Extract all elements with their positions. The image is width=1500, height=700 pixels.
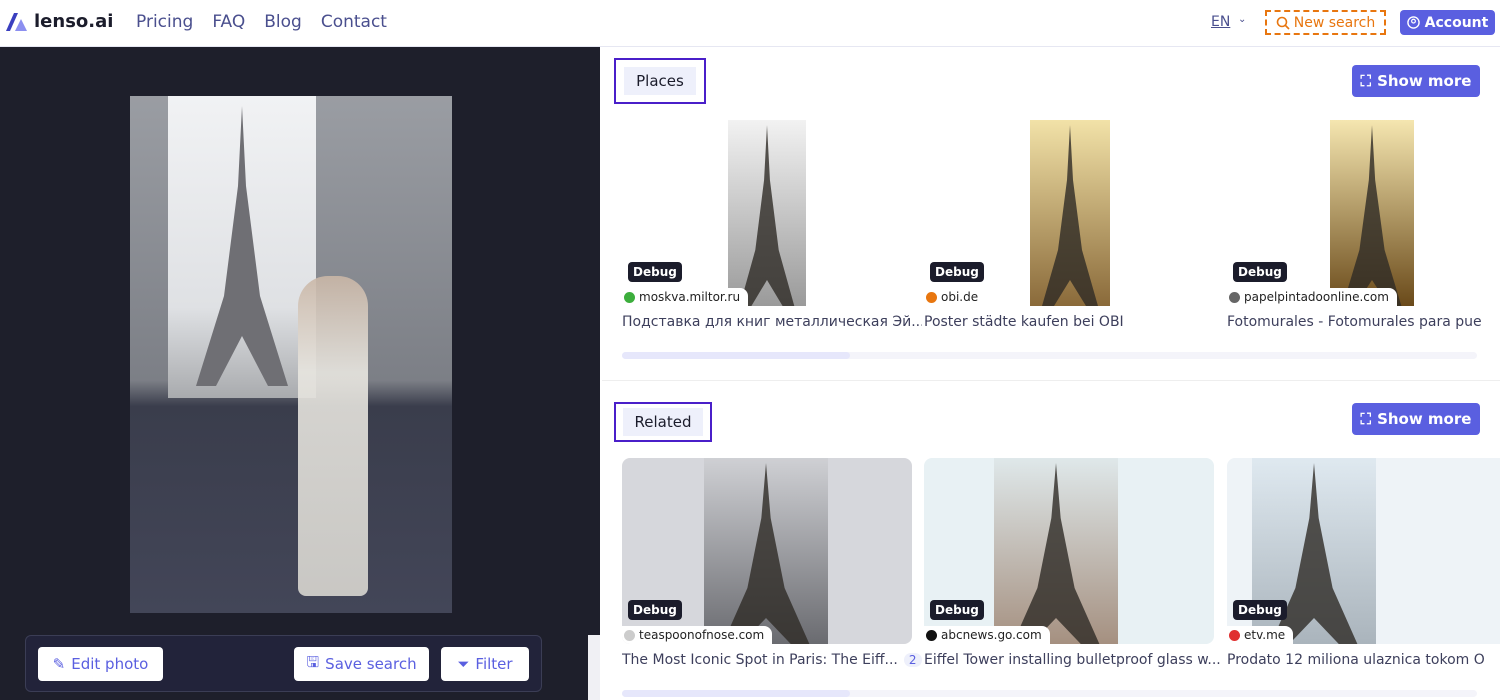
search-icon [1276, 16, 1290, 30]
language-selector[interactable]: EN [1211, 14, 1230, 30]
uploaded-image-panel: ✎ Edit photo 🖫 Save search ⏷ Filter [0, 47, 600, 700]
places-show-more-button[interactable]: ⛶ Show more [1352, 65, 1480, 97]
results-panel: Places ⛶ Show more Debug moskva.miltor.ru… [602, 47, 1500, 700]
eiffel-tower-image [1342, 125, 1402, 306]
edit-photo-label: Edit photo [71, 655, 149, 673]
top-nav: lenso.ai Pricing FAQ Blog Contact EN ⌄ N… [0, 0, 1500, 47]
nav-faq[interactable]: FAQ [212, 12, 245, 32]
debug-badge[interactable]: Debug [930, 600, 984, 620]
user-icon [1406, 16, 1420, 29]
source-link[interactable]: teaspoonofnose.com [622, 626, 773, 644]
places-scrollbar[interactable] [622, 352, 1477, 359]
eiffel-tower-image [1012, 463, 1100, 644]
result-title[interactable]: Подставка для книг металлическая Эй... [622, 314, 922, 330]
source-domain: papelpintadoonline.com [1244, 290, 1389, 304]
related-title: Related [622, 408, 704, 436]
result-thumbnail[interactable]: Debug etv.me [1227, 458, 1500, 644]
result-thumbnail[interactable]: Debug papelpintadoonline.com [1227, 120, 1500, 306]
expand-icon: ⛶ [1360, 410, 1372, 428]
result-title-text: Prodato 12 miliona ulaznica tokom O [1227, 652, 1485, 668]
show-more-label: Show more [1377, 410, 1472, 428]
result-title-text: Poster städte kaufen bei OBI [924, 314, 1124, 330]
brand-name: lenso.ai [34, 11, 114, 32]
result-thumbnail[interactable]: Debug abcnews.go.com [924, 458, 1214, 644]
filter-button[interactable]: ⏷ Filter [441, 647, 529, 681]
lenso-logo-icon [6, 12, 27, 31]
result-title-text: The Most Iconic Spot in Paris: The Eiff.… [622, 652, 898, 668]
favicon-icon [1229, 629, 1240, 641]
favicon-icon [624, 291, 635, 303]
result-thumbnail[interactable]: Debug obi.de [924, 120, 1214, 306]
eiffel-tower-image [722, 463, 810, 644]
result-thumbnail[interactable]: Debug teaspoonofnose.com [622, 458, 912, 644]
chevron-down-icon[interactable]: ⌄ [1238, 14, 1246, 25]
eiffel-tower-image [1042, 125, 1098, 306]
edit-icon: ✎ [52, 655, 66, 673]
scrollbar[interactable] [588, 635, 600, 700]
source-domain: teaspoonofnose.com [639, 628, 765, 642]
source-link[interactable]: moskva.miltor.ru [622, 288, 749, 306]
eiffel-tower-image [196, 106, 288, 386]
nav-pricing[interactable]: Pricing [136, 12, 193, 32]
favicon-icon [926, 629, 937, 641]
match-count-badge: 2 [903, 653, 922, 667]
source-domain: moskva.miltor.ru [639, 290, 741, 304]
save-search-label: Save search [325, 655, 417, 673]
new-search-button[interactable]: New search [1265, 10, 1386, 35]
source-link[interactable]: etv.me [1227, 626, 1294, 644]
new-search-label: New search [1293, 14, 1376, 31]
related-heading: Related [614, 402, 712, 442]
result-thumbnail[interactable]: Debug moskva.miltor.ru [622, 120, 912, 306]
crop-selection[interactable] [168, 96, 316, 398]
debug-badge[interactable]: Debug [628, 600, 682, 620]
uploaded-photo [130, 96, 452, 613]
account-label: Account [1424, 14, 1489, 31]
related-show-more-button[interactable]: ⛶ Show more [1352, 403, 1480, 435]
places-title: Places [624, 67, 696, 95]
show-more-label: Show more [1377, 72, 1472, 90]
source-link[interactable]: abcnews.go.com [924, 626, 1050, 644]
expand-icon: ⛶ [1360, 72, 1372, 90]
result-title-text: Подставка для книг металлическая Эй... [622, 314, 922, 330]
nav-contact[interactable]: Contact [321, 12, 387, 32]
source-domain: abcnews.go.com [941, 628, 1042, 642]
debug-badge[interactable]: Debug [628, 262, 682, 282]
divider [602, 380, 1500, 381]
eiffel-tower-image [739, 125, 795, 306]
filter-icon: ⏷ [457, 655, 470, 673]
person-figure [298, 276, 368, 596]
source-domain: obi.de [941, 290, 979, 304]
debug-badge[interactable]: Debug [930, 262, 984, 282]
save-icon: 🖫 [306, 652, 320, 671]
result-title[interactable]: Poster städte kaufen bei OBI [924, 314, 1224, 330]
save-search-button[interactable]: 🖫 Save search [294, 647, 429, 681]
debug-badge[interactable]: Debug [1233, 262, 1287, 282]
related-scrollbar[interactable] [622, 690, 1477, 697]
result-title[interactable]: The Most Iconic Spot in Paris: The Eiff.… [622, 652, 922, 668]
favicon-icon [624, 629, 635, 641]
source-domain: etv.me [1244, 628, 1286, 642]
filter-label: Filter [475, 655, 513, 673]
result-title-text: Fotomurales - Fotomurales para pue [1227, 314, 1482, 330]
edit-photo-button[interactable]: ✎ Edit photo [38, 647, 163, 681]
result-title[interactable]: Prodato 12 miliona ulaznica tokom O [1227, 652, 1500, 668]
logo[interactable]: lenso.ai [6, 11, 113, 32]
photo-toolbar: ✎ Edit photo 🖫 Save search ⏷ Filter [25, 635, 542, 692]
account-button[interactable]: Account [1400, 10, 1495, 35]
places-heading: Places [614, 58, 706, 104]
source-link[interactable]: papelpintadoonline.com [1227, 288, 1397, 306]
favicon-icon [926, 291, 937, 303]
debug-badge[interactable]: Debug [1233, 600, 1287, 620]
result-title[interactable]: Fotomurales - Fotomurales para pue [1227, 314, 1500, 330]
favicon-icon [1229, 291, 1240, 303]
nav-blog[interactable]: Blog [264, 12, 302, 32]
result-title[interactable]: Eiffel Tower installing bulletproof glas… [924, 652, 1224, 668]
source-link[interactable]: obi.de [924, 288, 987, 306]
result-title-text: Eiffel Tower installing bulletproof glas… [924, 652, 1221, 668]
